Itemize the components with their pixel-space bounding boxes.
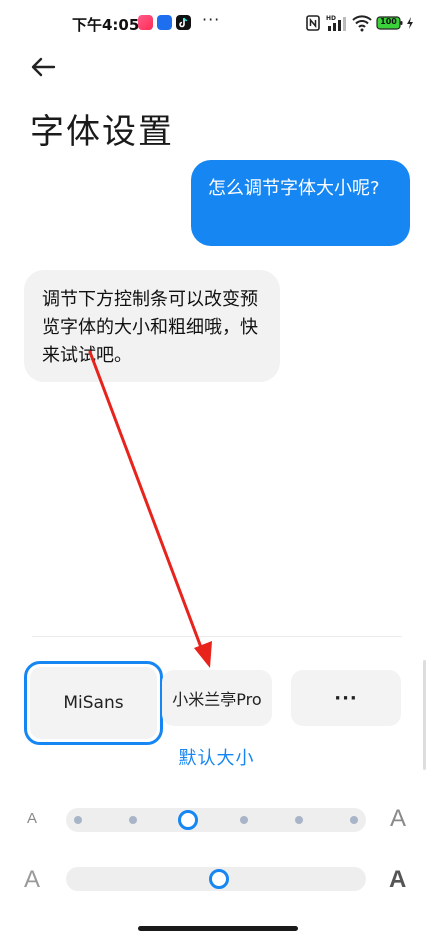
more-dots-icon: ···: [334, 687, 358, 709]
font-size-step-dot: [129, 816, 138, 824]
more-fonts-button[interactable]: ···: [291, 670, 401, 726]
home-indicator[interactable]: [138, 926, 298, 931]
more-notifications-icon: ···: [202, 10, 221, 29]
notification-app-icon: [138, 15, 153, 30]
font-size-step-dot: [239, 816, 248, 824]
back-arrow-icon: [31, 57, 56, 77]
svg-text:HD: HD: [326, 15, 336, 22]
weight-min-label: A: [24, 866, 41, 893]
page-title: 字体设置: [30, 112, 174, 152]
size-max-label: A: [390, 805, 407, 832]
preview-question-bubble: [191, 160, 410, 246]
font-option-lanting-pro[interactable]: 小米兰亭Pro: [162, 670, 272, 726]
status-bar: 下午4:05 ··· HD 100: [0, 0, 433, 46]
font-weight-slider-thumb[interactable]: [208, 869, 229, 889]
battery-level: 100: [380, 17, 397, 26]
size-min-label: A: [27, 810, 38, 827]
status-time: 下午4:05: [72, 16, 140, 34]
nfc-icon: [306, 14, 320, 32]
font-weight-slider[interactable]: [66, 867, 366, 891]
font-size-slider[interactable]: [66, 808, 366, 832]
font-option-misans-label: MiSans: [30, 667, 157, 739]
notification-note-icon: [157, 15, 172, 30]
font-size-step-dot: [74, 816, 82, 824]
cellular-signal-icon: HD: [326, 14, 348, 32]
preview-question-text: 怎么调节字体大小呢?: [208, 178, 380, 199]
font-size-slider-thumb[interactable]: [178, 810, 199, 830]
notification-tiktok-icon: [176, 15, 191, 30]
font-size-step-dot: [294, 816, 303, 824]
charging-icon: [406, 14, 414, 32]
divider: [32, 636, 402, 637]
preview-answer-text: 调节下方控制条可以改变预览字体的大小和粗细哦，快来试试吧。: [42, 289, 258, 366]
default-size-button[interactable]: 默认大小: [0, 744, 433, 770]
scroll-indicator: [423, 660, 426, 770]
wifi-icon: [352, 14, 372, 32]
font-option-misans[interactable]: MiSans: [24, 661, 163, 745]
weight-max-label: A: [389, 866, 407, 893]
font-size-step-dot: [350, 816, 358, 824]
back-button[interactable]: [26, 52, 62, 84]
